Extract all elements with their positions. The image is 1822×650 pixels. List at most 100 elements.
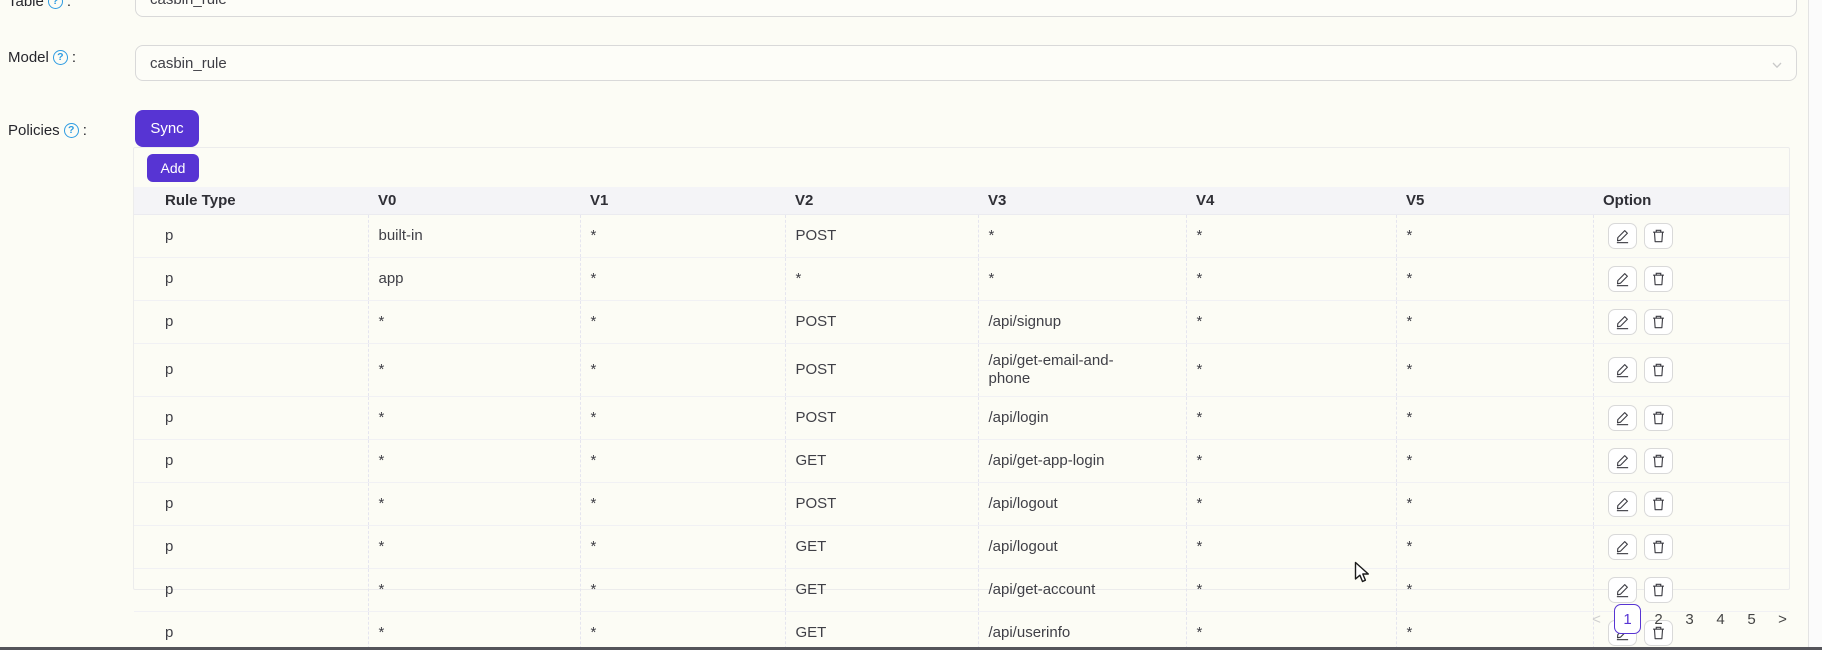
delete-button[interactable] — [1644, 491, 1673, 517]
pencil-icon — [1615, 582, 1630, 598]
sync-button[interactable]: Sync — [135, 110, 199, 147]
cell-v0: * — [368, 300, 580, 343]
column-header-option: Option — [1593, 187, 1789, 214]
cell-v1: * — [580, 611, 785, 650]
table-row: p * * POST /api/login * * — [134, 396, 1789, 439]
page-button-4[interactable]: 4 — [1707, 604, 1734, 634]
pencil-icon — [1615, 496, 1630, 512]
cell-v2: * — [785, 257, 978, 300]
cell-rule-type: p — [134, 343, 368, 396]
cell-v1: * — [580, 525, 785, 568]
scrollbar[interactable] — [1808, 0, 1822, 650]
cell-rule-type: p — [134, 611, 368, 650]
cell-v0: * — [368, 611, 580, 650]
table-label: Table — [8, 0, 44, 10]
table-input[interactable]: casbin_rule — [135, 0, 1797, 17]
model-label: Model — [8, 49, 49, 66]
table-row: p app * * * * * — [134, 257, 1789, 300]
table-row: p built-in * POST * * * — [134, 214, 1789, 257]
cell-v0: * — [368, 525, 580, 568]
edit-button[interactable] — [1608, 448, 1637, 474]
page-button-2[interactable]: 2 — [1645, 604, 1672, 634]
cell-v5: * — [1396, 214, 1593, 257]
cell-option — [1593, 482, 1789, 525]
cell-v5: * — [1396, 439, 1593, 482]
cell-v0: * — [368, 568, 580, 611]
trash-icon — [1651, 582, 1666, 598]
model-select[interactable]: casbin_rule — [135, 45, 1797, 81]
help-icon[interactable]: ? — [64, 123, 79, 138]
delete-button[interactable] — [1644, 577, 1673, 603]
cell-v0: * — [368, 396, 580, 439]
edit-button[interactable] — [1608, 491, 1637, 517]
cell-v1: * — [580, 568, 785, 611]
page-button-3[interactable]: 3 — [1676, 604, 1703, 634]
cell-v4: * — [1186, 300, 1396, 343]
policies-table-body: p built-in * POST * * * — [134, 214, 1789, 650]
table-row: p * * GET /api/logout * * — [134, 525, 1789, 568]
delete-button[interactable] — [1644, 405, 1673, 431]
delete-button[interactable] — [1644, 448, 1673, 474]
cell-rule-type: p — [134, 439, 368, 482]
cell-v0: * — [368, 482, 580, 525]
delete-button[interactable] — [1644, 309, 1673, 335]
trash-icon — [1651, 496, 1666, 512]
cell-v5: * — [1396, 482, 1593, 525]
table-row: p * * POST /api/get-email-and-phone * * — [134, 343, 1789, 396]
page-button-1[interactable]: 1 — [1614, 604, 1641, 634]
cell-v1: * — [580, 396, 785, 439]
cell-v3: /api/signup — [978, 300, 1186, 343]
policy-edit-page: Table ? : casbin_rule Model ? : casbin_r… — [0, 0, 1822, 650]
policies-panel: Add Rule Type V0 V1 V2 V3 V4 V5 Option — [133, 147, 1790, 590]
prev-page-button[interactable]: < — [1583, 604, 1610, 634]
cell-v3: /api/logout — [978, 525, 1186, 568]
edit-button[interactable] — [1608, 309, 1637, 335]
cell-rule-type: p — [134, 482, 368, 525]
edit-button[interactable] — [1608, 357, 1637, 383]
delete-button[interactable] — [1644, 534, 1673, 560]
cell-v3: /api/logout — [978, 482, 1186, 525]
cell-v2: POST — [785, 396, 978, 439]
add-button[interactable]: Add — [147, 154, 199, 182]
table-field-label: Table ? : — [8, 0, 71, 12]
trash-icon — [1651, 362, 1666, 378]
trash-icon — [1651, 314, 1666, 330]
table-row: p * * POST /api/signup * * — [134, 300, 1789, 343]
delete-button[interactable] — [1644, 223, 1673, 249]
cell-v0: * — [368, 439, 580, 482]
delete-button[interactable] — [1644, 357, 1673, 383]
cell-v5: * — [1396, 257, 1593, 300]
pencil-icon — [1615, 228, 1630, 244]
policies-table: Rule Type V0 V1 V2 V3 V4 V5 Option p bui… — [134, 187, 1789, 650]
column-header-v4: V4 — [1186, 187, 1396, 214]
cell-v4: * — [1186, 214, 1396, 257]
cell-v4: * — [1186, 568, 1396, 611]
cell-v3: /api/get-email-and-phone — [978, 343, 1186, 396]
edit-button[interactable] — [1608, 405, 1637, 431]
help-icon[interactable]: ? — [48, 0, 63, 9]
cell-v0: app — [368, 257, 580, 300]
help-icon[interactable]: ? — [53, 50, 68, 65]
column-header-v0: V0 — [368, 187, 580, 214]
edit-button[interactable] — [1608, 223, 1637, 249]
edit-button[interactable] — [1608, 534, 1637, 560]
cell-option — [1593, 300, 1789, 343]
cell-v3: /api/get-app-login — [978, 439, 1186, 482]
cell-v5: * — [1396, 300, 1593, 343]
cell-option — [1593, 257, 1789, 300]
cell-v4: * — [1186, 396, 1396, 439]
page-button-5[interactable]: 5 — [1738, 604, 1765, 634]
pencil-icon — [1615, 539, 1630, 555]
next-page-button[interactable]: > — [1769, 604, 1796, 634]
cell-v2: POST — [785, 482, 978, 525]
cell-v4: * — [1186, 525, 1396, 568]
cell-rule-type: p — [134, 300, 368, 343]
cell-v2: GET — [785, 568, 978, 611]
chevron-down-icon — [1771, 58, 1783, 75]
cell-v2: GET — [785, 525, 978, 568]
edit-button[interactable] — [1608, 266, 1637, 292]
pencil-icon — [1615, 453, 1630, 469]
delete-button[interactable] — [1644, 266, 1673, 292]
edit-button[interactable] — [1608, 577, 1637, 603]
cell-v1: * — [580, 439, 785, 482]
